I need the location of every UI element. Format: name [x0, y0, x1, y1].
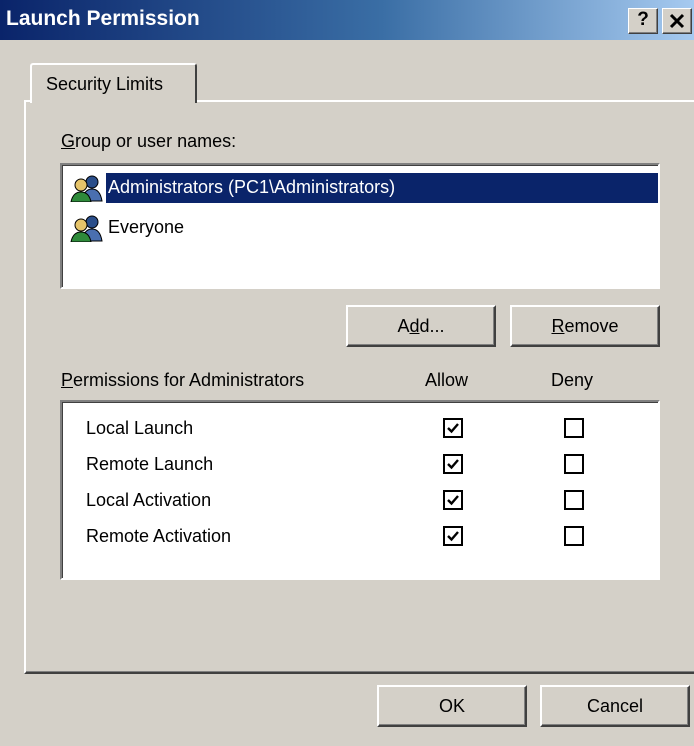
group-names-label: Group or user names:: [61, 131, 237, 151]
allow-checkbox[interactable]: [443, 526, 463, 546]
user-group-icon: [70, 175, 103, 202]
allow-checkbox[interactable]: [443, 418, 463, 438]
cancel-button[interactable]: Cancel: [540, 685, 690, 727]
list-item-label: Everyone: [108, 217, 185, 237]
permissions-list: Local Launch Remote Launch Local Activatio…: [60, 400, 660, 580]
list-item-label: Administrators (PC1\Administrators): [106, 177, 398, 198]
remove-button[interactable]: Remove: [510, 305, 660, 347]
user-group-icon: [70, 215, 103, 242]
checkmark-icon: [447, 531, 459, 542]
permission-name: Remote Launch: [86, 454, 214, 474]
checkmark-icon: [447, 459, 459, 470]
tab-security-limits[interactable]: Security Limits: [30, 63, 197, 103]
permission-row: Remote Activation: [62, 520, 658, 554]
permissions-label: Permissions for Administrators: [61, 370, 305, 390]
deny-checkbox[interactable]: [564, 526, 584, 546]
deny-checkbox[interactable]: [564, 490, 584, 510]
close-button[interactable]: [662, 8, 692, 34]
tab-label: Security Limits: [46, 74, 164, 94]
deny-checkbox[interactable]: [564, 418, 584, 438]
allow-header: Allow: [425, 370, 469, 390]
permission-name: Local Activation: [86, 490, 212, 510]
close-icon: [669, 13, 685, 29]
checkmark-icon: [447, 423, 459, 434]
permission-row: Local Activation: [62, 484, 658, 518]
title-bar[interactable]: Launch Permission ?: [0, 0, 694, 40]
permission-row: Local Launch: [62, 412, 658, 446]
deny-header: Deny: [551, 370, 594, 390]
permission-row: Remote Launch: [62, 448, 658, 482]
help-button[interactable]: ?: [628, 8, 658, 34]
add-button[interactable]: Add...: [346, 305, 496, 347]
permission-name: Remote Activation: [86, 526, 232, 546]
checkmark-icon: [447, 495, 459, 506]
deny-checkbox[interactable]: [564, 454, 584, 474]
permission-name: Local Launch: [86, 418, 194, 438]
allow-checkbox[interactable]: [443, 490, 463, 510]
window-title: Launch Permission: [6, 7, 200, 30]
allow-checkbox[interactable]: [443, 454, 463, 474]
dialog-window: Launch Permission ? Security Limits Grou…: [0, 0, 694, 746]
list-item[interactable]: Administrators (PC1\Administrators): [66, 173, 658, 203]
group-user-list[interactable]: Administrators (PC1\Administrators) Every…: [60, 163, 660, 289]
ok-button[interactable]: OK: [377, 685, 527, 727]
